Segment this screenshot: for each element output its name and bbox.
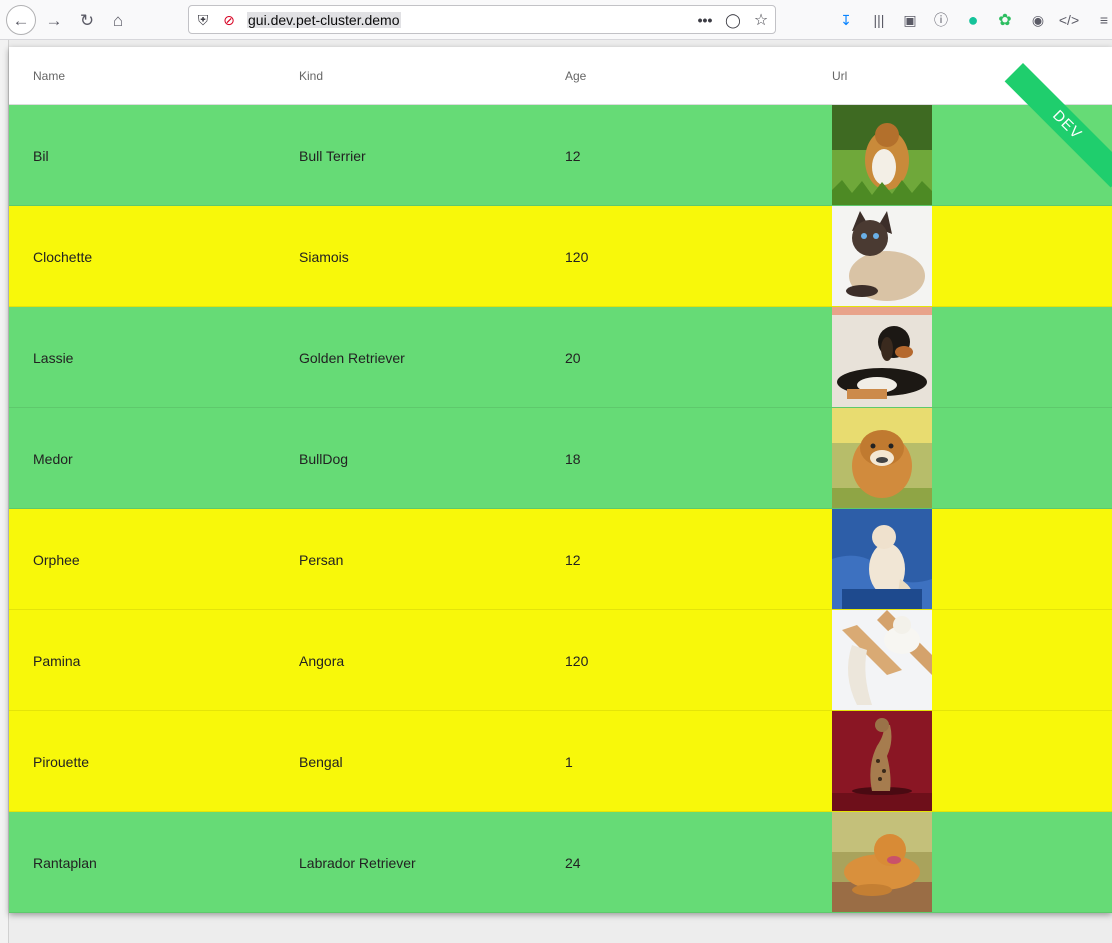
cell-name: Clochette xyxy=(33,249,93,265)
shield-icon[interactable]: ⛨ xyxy=(193,10,213,30)
header-age[interactable]: Age xyxy=(565,69,586,83)
cell-kind: Bull Terrier xyxy=(299,148,366,164)
back-icon[interactable]: ← xyxy=(6,5,36,35)
cell-name: Pamina xyxy=(33,653,81,669)
cell-kind: Labrador Retriever xyxy=(299,855,416,871)
cell-age: 1 xyxy=(565,754,573,770)
more-icon[interactable]: ••• xyxy=(695,10,715,30)
url-bar[interactable]: ⛨ ⊘ gui.dev.pet-cluster.demo ••• ◯ ☆ xyxy=(188,5,776,34)
evernote-icon[interactable]: ✿ xyxy=(994,9,1016,31)
table-row[interactable]: Clochette Siamois 120 xyxy=(9,206,1112,307)
cell-age: 12 xyxy=(565,148,581,164)
pocket-icon[interactable]: ◯ xyxy=(723,10,743,30)
bulldog-photo xyxy=(832,408,932,508)
cell-kind: Persan xyxy=(299,552,344,568)
reader-icon[interactable]: ⓘ xyxy=(930,9,952,31)
cell-age: 120 xyxy=(565,653,589,669)
cell-name: Pirouette xyxy=(33,754,90,770)
cell-name: Rantaplan xyxy=(33,855,97,871)
grammarly-icon[interactable]: ● xyxy=(962,9,984,31)
home-icon[interactable]: ⌂ xyxy=(104,6,132,34)
table-row[interactable]: Medor BullDog 18 xyxy=(9,408,1112,509)
cell-age: 12 xyxy=(565,552,581,568)
reload-icon[interactable]: ↻ xyxy=(73,6,101,34)
cell-kind: Golden Retriever xyxy=(299,350,405,366)
bengal-cat-photo xyxy=(832,711,932,811)
cell-name: Medor xyxy=(33,451,73,467)
table-row[interactable]: Orphee Persan 12 xyxy=(9,509,1112,610)
cell-kind: Bengal xyxy=(299,754,343,770)
devtools-icon[interactable]: </> xyxy=(1058,9,1080,31)
download-icon[interactable]: ↧ xyxy=(835,9,857,31)
library-icon[interactable]: ||| xyxy=(868,9,890,31)
sidebar-icon[interactable]: ▣ xyxy=(899,9,921,31)
insecure-lock-icon[interactable]: ⊘ xyxy=(219,10,239,30)
table-row[interactable]: Pirouette Bengal 1 xyxy=(9,711,1112,812)
header-url[interactable]: Url xyxy=(832,69,847,83)
forward-icon[interactable]: → xyxy=(40,6,68,34)
cell-kind: BullDog xyxy=(299,451,349,467)
url-text[interactable]: gui.dev.pet-cluster.demo xyxy=(247,12,401,28)
table-header: Name Kind Age Url xyxy=(9,47,1112,105)
table-row[interactable]: Pamina Angora 120 xyxy=(9,610,1112,711)
collie-dog-photo xyxy=(832,105,932,205)
cell-name: Bil xyxy=(33,148,49,164)
cell-name: Orphee xyxy=(33,552,80,568)
table-row[interactable]: Rantaplan Labrador Retriever 24 xyxy=(9,812,1112,913)
table-row[interactable]: Lassie Golden Retriever 20 xyxy=(9,307,1112,408)
star-icon[interactable]: ☆ xyxy=(751,10,771,30)
cell-name: Lassie xyxy=(33,350,74,366)
angora-cat-photo xyxy=(832,610,932,710)
header-kind[interactable]: Kind xyxy=(299,69,323,83)
cell-age: 120 xyxy=(565,249,589,265)
window-edge xyxy=(0,40,9,943)
cell-age: 24 xyxy=(565,855,581,871)
cell-age: 20 xyxy=(565,350,581,366)
header-name[interactable]: Name xyxy=(33,69,65,83)
cell-age: 18 xyxy=(565,451,581,467)
persian-cat-photo xyxy=(832,509,932,609)
cell-kind: Siamois xyxy=(299,249,349,265)
menu-icon[interactable]: ≡ xyxy=(1093,9,1112,31)
cell-kind: Angora xyxy=(299,653,345,669)
table-row[interactable]: Bil Bull Terrier 12 xyxy=(9,105,1112,206)
pet-table-page: Name Kind Age Url Bil Bull Terrier 12 Cloch… xyxy=(9,47,1112,913)
account-icon[interactable]: ◉ xyxy=(1027,9,1049,31)
golden-retriever-photo xyxy=(832,812,932,912)
beagle-dog-photo xyxy=(832,307,932,407)
siamese-cat-photo xyxy=(832,206,932,306)
browser-toolbar: ← → ↻ ⌂ ⛨ ⊘ gui.dev.pet-cluster.demo •••… xyxy=(0,0,1112,40)
